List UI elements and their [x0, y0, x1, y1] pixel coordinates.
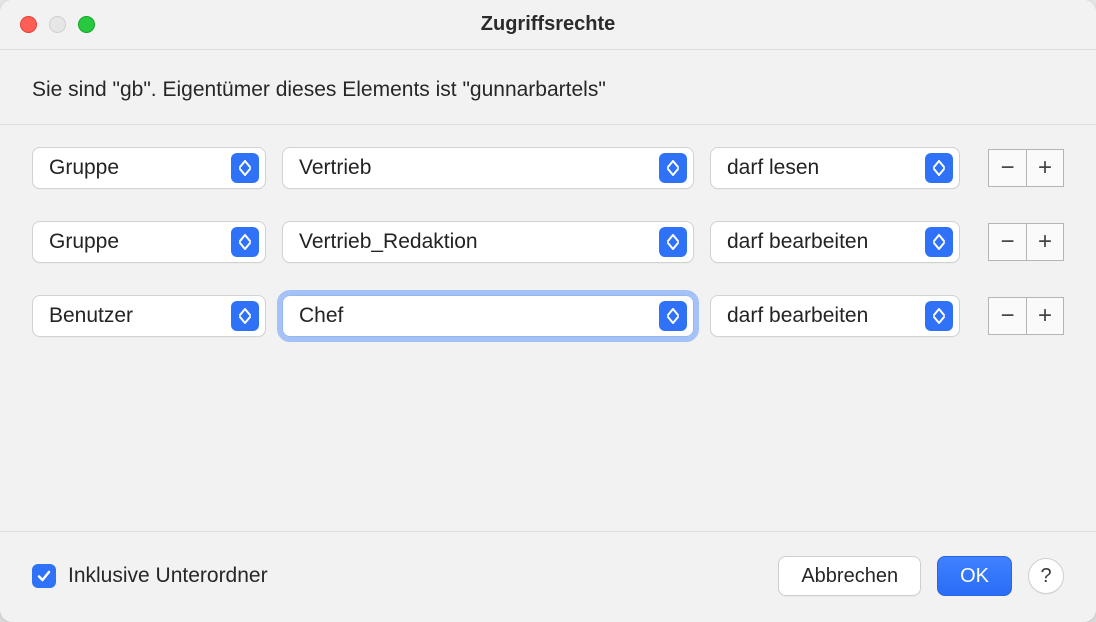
- cancel-button[interactable]: Abbrechen: [778, 556, 921, 596]
- permission-select[interactable]: darf lesen: [710, 147, 960, 189]
- permission-row: Benutzer Chef darf bearbeiten: [32, 295, 1064, 337]
- permission-select[interactable]: darf bearbeiten: [710, 221, 960, 263]
- permission-select-value: darf bearbeiten: [727, 230, 868, 254]
- row-buttons: − +: [988, 223, 1064, 261]
- updown-icon: [659, 227, 687, 257]
- traffic-lights: [0, 16, 95, 33]
- checkmark-icon: [32, 564, 56, 588]
- include-subfolders-checkbox[interactable]: Inklusive Unterordner: [32, 564, 268, 588]
- type-select-value: Gruppe: [49, 230, 119, 254]
- name-select-value: Vertrieb_Redaktion: [299, 230, 478, 254]
- permission-select-value: darf bearbeiten: [727, 304, 868, 328]
- permission-select-value: darf lesen: [727, 156, 819, 180]
- include-subfolders-label: Inklusive Unterordner: [68, 564, 268, 588]
- updown-icon: [659, 301, 687, 331]
- row-buttons: − +: [988, 149, 1064, 187]
- permission-rows: Gruppe Vertrieb darf lesen: [0, 125, 1096, 531]
- window-title: Zugriffsrechte: [0, 13, 1096, 36]
- updown-icon: [231, 153, 259, 183]
- name-select[interactable]: Vertrieb_Redaktion: [282, 221, 694, 263]
- updown-icon: [925, 227, 953, 257]
- permission-row: Gruppe Vertrieb darf lesen: [32, 147, 1064, 189]
- titlebar: Zugriffsrechte: [0, 0, 1096, 50]
- name-select-value: Vertrieb: [299, 156, 371, 180]
- remove-row-button[interactable]: −: [988, 223, 1026, 261]
- remove-row-button[interactable]: −: [988, 297, 1026, 335]
- add-row-button[interactable]: +: [1026, 149, 1064, 187]
- updown-icon: [231, 227, 259, 257]
- updown-icon: [925, 153, 953, 183]
- permissions-window: Zugriffsrechte Sie sind "gb". Eigentümer…: [0, 0, 1096, 622]
- updown-icon: [925, 301, 953, 331]
- type-select[interactable]: Benutzer: [32, 295, 266, 337]
- add-row-button[interactable]: +: [1026, 223, 1064, 261]
- window-minimize-button[interactable]: [49, 16, 66, 33]
- help-button[interactable]: ?: [1028, 558, 1064, 594]
- add-row-button[interactable]: +: [1026, 297, 1064, 335]
- type-select-value: Gruppe: [49, 156, 119, 180]
- name-select[interactable]: Vertrieb: [282, 147, 694, 189]
- window-close-button[interactable]: [20, 16, 37, 33]
- updown-icon: [231, 301, 259, 331]
- window-zoom-button[interactable]: [78, 16, 95, 33]
- permission-select[interactable]: darf bearbeiten: [710, 295, 960, 337]
- name-select-value: Chef: [299, 304, 343, 328]
- footer-buttons: Abbrechen OK ?: [778, 556, 1064, 596]
- remove-row-button[interactable]: −: [988, 149, 1026, 187]
- type-select-value: Benutzer: [49, 304, 133, 328]
- owner-info-text: Sie sind "gb". Eigentümer dieses Element…: [0, 50, 1096, 125]
- type-select[interactable]: Gruppe: [32, 147, 266, 189]
- permission-row: Gruppe Vertrieb_Redaktion darf bearbeite…: [32, 221, 1064, 263]
- footer: Inklusive Unterordner Abbrechen OK ?: [0, 531, 1096, 622]
- name-select[interactable]: Chef: [282, 295, 694, 337]
- ok-button[interactable]: OK: [937, 556, 1012, 596]
- updown-icon: [659, 153, 687, 183]
- type-select[interactable]: Gruppe: [32, 221, 266, 263]
- row-buttons: − +: [988, 297, 1064, 335]
